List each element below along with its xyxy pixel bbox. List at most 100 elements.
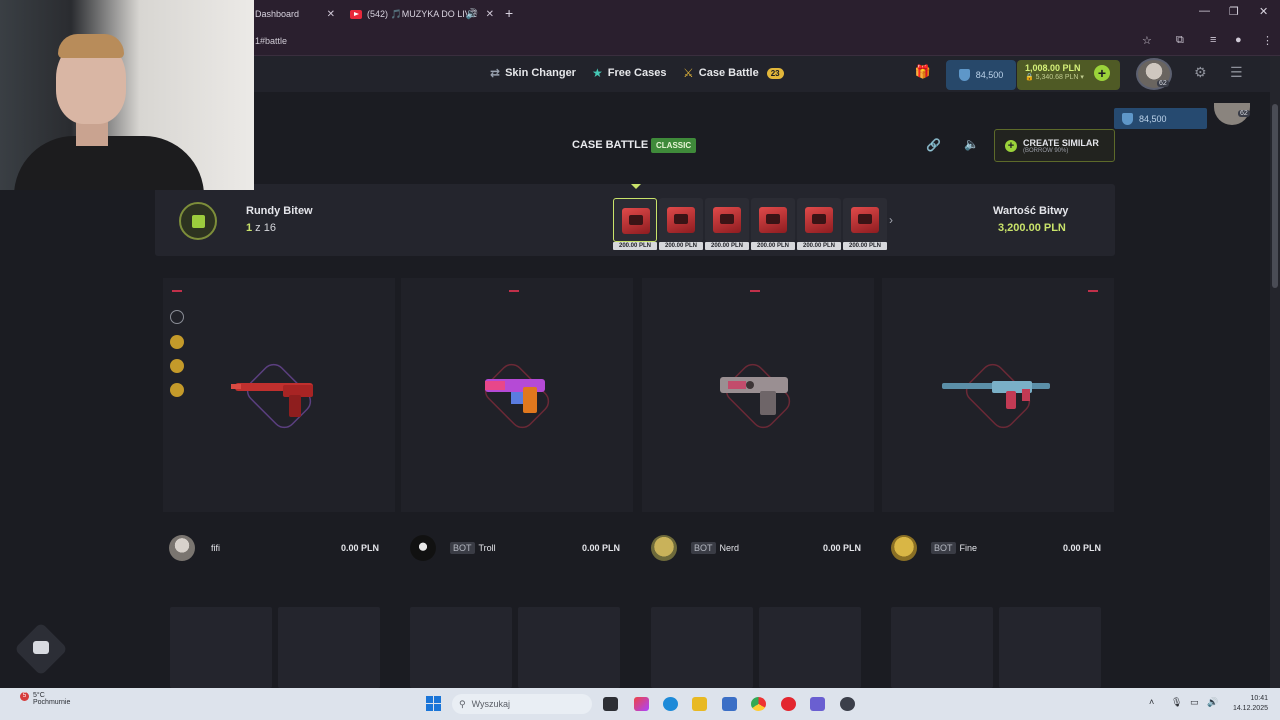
restore-icon[interactable]: ❐ — [1229, 5, 1239, 18]
case-item[interactable] — [797, 198, 841, 242]
create-similar-button[interactable]: + CREATE SIMILAR (BORROW 90%) — [994, 129, 1115, 162]
media-icon[interactable]: ≡ — [1210, 34, 1216, 46]
battle-worth-value: 3,200.00 PLN — [998, 222, 1066, 234]
coin-shield-icon — [958, 69, 970, 81]
menu-icon[interactable]: ☰ — [1230, 64, 1243, 81]
chrome-icon[interactable] — [751, 697, 766, 711]
window-close-icon[interactable]: ✕ — [1259, 5, 1268, 18]
chevron-right-icon[interactable]: › — [889, 213, 893, 227]
sad-emoji-icon[interactable] — [170, 359, 184, 373]
rounds-bar: Rundy Bitew 1 z 16 200.00 PLN 200.00 PLN… — [155, 184, 1115, 256]
minus-icon — [750, 290, 760, 292]
tab-dashboard[interactable]: Dashboard ✕ — [255, 4, 335, 24]
rounds-label: Rundy Bitew — [246, 205, 313, 217]
star-icon[interactable]: ☆ — [1142, 34, 1152, 47]
happy-emoji-icon[interactable] — [170, 335, 184, 349]
bot-badge: BOT — [450, 542, 475, 554]
weather-desc: Pochmurnie — [33, 699, 71, 706]
nav-label: Case Battle — [698, 67, 759, 79]
level-badge: 62 — [1157, 80, 1169, 87]
speaker-icon[interactable]: 🔊 — [466, 9, 478, 20]
case-item[interactable] — [659, 198, 703, 242]
create-similar-sub: (BORROW 90%) — [1023, 147, 1069, 154]
case-price: 200.00 PLN — [613, 242, 657, 250]
microphone-icon[interactable]: 🎙 — [1171, 697, 1182, 708]
case-item[interactable] — [613, 198, 657, 242]
player-card[interactable]: BOT Nerd 0.00 PLN — [637, 533, 869, 563]
avatar — [651, 535, 677, 561]
nav-skin-changer[interactable]: ⇄ Skin Changer — [490, 66, 576, 80]
edge-icon[interactable] — [663, 697, 678, 711]
swap-icon: ⇄ — [490, 66, 501, 80]
opera-icon[interactable] — [781, 697, 796, 711]
coin-shield-icon — [1122, 112, 1133, 125]
link-icon[interactable]: 🔗 — [926, 138, 941, 152]
store-icon[interactable] — [722, 697, 737, 711]
date: 14.12.2025 — [1232, 705, 1268, 712]
gear-icon[interactable]: ⚙ — [1194, 64, 1207, 81]
close-icon[interactable]: ✕ — [327, 9, 335, 20]
case-price: 200.00 PLN — [843, 242, 887, 250]
item-slot — [410, 607, 512, 688]
chevron-up-icon[interactable]: ˄ — [1149, 697, 1154, 707]
rounds-total: z 16 — [252, 222, 276, 234]
tab-music[interactable]: (542) 🎵MUZYKA DO LIVE 🔊 ✕ — [346, 4, 496, 24]
tab-label: (542) 🎵MUZYKA DO LIVE — [367, 8, 477, 19]
scrollbar-thumb[interactable] — [1272, 104, 1278, 288]
minus-icon — [172, 290, 182, 292]
clock[interactable]: 10:41 14.12.2025 — [1226, 694, 1268, 714]
windows-start-icon[interactable] — [426, 696, 441, 711]
star-icon: ★ — [592, 66, 603, 80]
minus-icon — [509, 290, 519, 292]
coins-balance[interactable]: 84,500 — [946, 60, 1016, 90]
taskview-icon[interactable] — [603, 697, 618, 711]
level-badge-float: 62 — [1238, 110, 1250, 117]
teams-icon[interactable] — [810, 697, 825, 711]
taskbar-search[interactable]: ⚲ Wyszukaj — [452, 694, 592, 714]
minus-icon — [1088, 290, 1098, 292]
coins-balance-float[interactable]: 84,500 — [1114, 108, 1207, 129]
close-icon[interactable]: ✕ — [486, 9, 494, 20]
case-item[interactable] — [705, 198, 749, 242]
new-tab-icon[interactable]: + — [505, 5, 513, 21]
case-image — [622, 208, 650, 234]
mute-icon[interactable]: 🔈 — [964, 137, 979, 151]
player-name: Fine — [959, 543, 978, 553]
weapon-image — [720, 377, 788, 415]
player-card[interactable]: BOT Troll 0.00 PLN — [396, 533, 628, 563]
item-slot — [891, 607, 993, 688]
minimize-icon[interactable]: — — [1199, 5, 1210, 17]
folder-icon[interactable] — [692, 697, 707, 711]
app-icon[interactable] — [840, 697, 855, 711]
count-badge: 23 — [766, 67, 784, 79]
player-card[interactable]: fifi 0.00 PLN — [155, 533, 387, 563]
extensions-icon[interactable]: ⧉ — [1176, 34, 1184, 47]
search-placeholder: Wyszukaj — [471, 699, 511, 709]
network-icon[interactable]: ▭ — [1190, 697, 1199, 708]
swords-icon: ⚔ — [683, 66, 694, 80]
tab-label: Dashboard — [255, 9, 300, 19]
deposit-button[interactable]: + — [1094, 65, 1110, 81]
case-item[interactable] — [751, 198, 795, 242]
more-icon[interactable]: ⋮ — [1262, 34, 1273, 47]
webcam-overlay — [0, 0, 254, 190]
person-hair — [58, 34, 124, 58]
case-item[interactable] — [843, 198, 887, 242]
player-card[interactable]: BOT Fine 0.00 PLN — [877, 533, 1109, 563]
url-field[interactable]: 1#battle — [255, 36, 287, 46]
plus-icon: + — [1005, 139, 1017, 152]
profile-icon[interactable]: ● — [1235, 34, 1242, 46]
avatar — [410, 535, 436, 561]
player-name: fifi — [211, 543, 220, 553]
gift-icon[interactable]: 🎁 — [913, 64, 933, 82]
weather-badge: 5 — [20, 692, 29, 701]
copilot-icon[interactable] — [634, 697, 649, 711]
nav-case-battle[interactable]: ⚔ Case Battle 23 — [683, 66, 784, 80]
case-price: 200.00 PLN — [797, 242, 841, 250]
case-image — [713, 207, 741, 233]
nav-free-cases[interactable]: ★ Free Cases — [592, 66, 666, 80]
volume-icon[interactable]: 🔊 — [1207, 697, 1218, 708]
angry-emoji-icon[interactable] — [170, 383, 184, 397]
current-round-pointer — [631, 184, 641, 189]
smile-emoji-icon[interactable] — [170, 310, 184, 324]
